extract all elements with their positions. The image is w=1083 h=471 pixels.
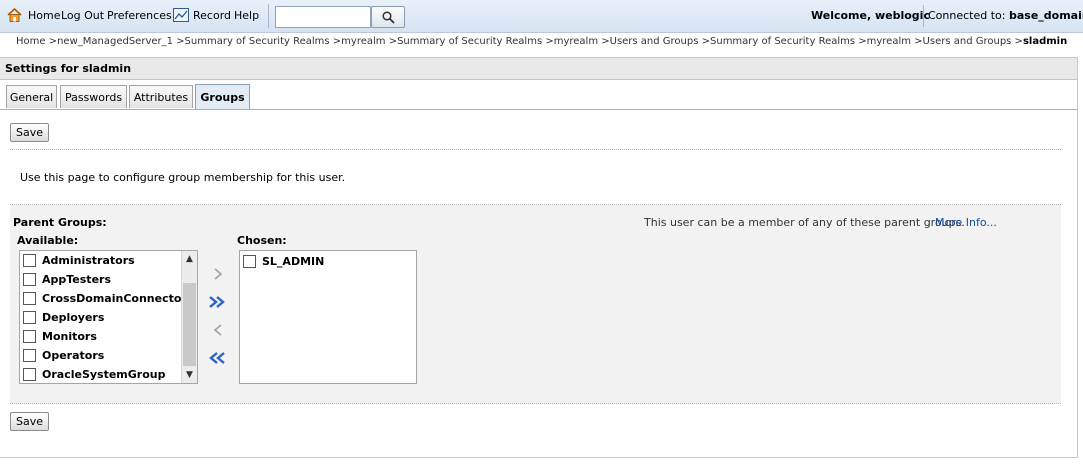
tab-passwords[interactable]: Passwords (60, 85, 127, 108)
domain-name: base_domain (1008, 9, 1083, 22)
checkbox[interactable] (23, 292, 36, 305)
settings-panel: Settings for sladmin General Passwords A… (0, 57, 1078, 458)
toolbar-divider (268, 4, 269, 28)
list-item-label: CrossDomainConnectors (42, 292, 194, 305)
breadcrumb-current: sladmin (1022, 36, 1068, 47)
list-item[interactable]: CrossDomainConnectors (23, 290, 193, 307)
logout-link[interactable]: Log Out (61, 9, 104, 22)
checkbox[interactable] (23, 368, 36, 381)
preferences-link[interactable]: Preferences (107, 9, 172, 22)
list-item-label: Deployers (42, 311, 105, 324)
checkbox[interactable] (23, 273, 36, 286)
list-item[interactable]: Monitors (23, 328, 97, 345)
move-left-button[interactable] (209, 322, 227, 338)
more-info-link[interactable]: More Info... (935, 216, 997, 229)
parent-groups-label: Parent Groups: (13, 216, 107, 229)
list-item-label: OracleSystemGroup (42, 368, 166, 381)
list-item[interactable]: Operators (23, 347, 104, 364)
tab-general[interactable]: General (6, 85, 57, 108)
checkbox[interactable] (23, 330, 36, 343)
list-item[interactable]: Deployers (23, 309, 104, 326)
available-groups-list[interactable]: Administrators AppTesters CrossDomainCon… (19, 250, 198, 384)
move-all-left-button[interactable] (208, 350, 226, 366)
membership-hint: This user can be a member of any of thes… (644, 216, 965, 229)
save-button-bottom[interactable]: Save (10, 412, 49, 431)
chevron-left-icon (213, 324, 222, 336)
list-item-label: Administrators (42, 254, 135, 267)
breadcrumb-path[interactable]: Home >new_ManagedServer_1 >Summary of Se… (16, 36, 1023, 47)
search-button[interactable] (371, 6, 405, 28)
tab-groups[interactable]: Groups (195, 84, 250, 109)
record-icon[interactable] (173, 8, 189, 22)
tab-attributes[interactable]: Attributes (129, 85, 193, 108)
list-item[interactable]: Administrators (23, 252, 135, 269)
connected-label: Connected to: (928, 9, 1006, 22)
double-chevron-left-icon (209, 352, 225, 364)
move-all-right-button[interactable] (208, 294, 226, 310)
scroll-down-icon[interactable]: ▼ (182, 368, 197, 382)
page-description: Use this page to configure group members… (20, 171, 346, 184)
list-item[interactable]: SL_ADMIN (243, 253, 324, 270)
tabs-divider (0, 109, 1077, 110)
list-item[interactable]: OracleSystemGroup (23, 366, 166, 383)
help-link[interactable]: Help (234, 9, 259, 22)
home-icon[interactable] (7, 8, 22, 22)
list-item-label: Operators (42, 349, 105, 362)
list-item-label: SL_ADMIN (262, 255, 325, 268)
checkbox[interactable] (23, 349, 36, 362)
divider (10, 403, 1061, 404)
scroll-up-icon[interactable]: ▲ (182, 252, 197, 266)
chosen-label: Chosen: (237, 234, 287, 247)
chosen-groups-list[interactable]: SL_ADMIN (239, 250, 417, 384)
scrollbar-thumb[interactable] (183, 283, 196, 366)
checkbox[interactable] (23, 311, 36, 324)
save-button-top[interactable]: Save (10, 123, 49, 142)
record-link[interactable]: Record (193, 9, 231, 22)
welcome-text: Welcome, weblogic (811, 9, 930, 22)
panel-header: Settings for sladmin (0, 57, 1077, 80)
toolbar-divider (923, 5, 924, 27)
connection-status: Connected to: base_domain (928, 9, 1083, 22)
available-scrollbar[interactable]: ▲ ▼ (181, 251, 197, 383)
available-label: Available: (17, 234, 79, 247)
divider (10, 149, 1061, 150)
home-link[interactable]: Home (28, 9, 60, 22)
chevron-right-icon (214, 268, 223, 280)
page-title: Settings for sladmin (5, 62, 132, 75)
checkbox[interactable] (243, 255, 256, 268)
list-item[interactable]: AppTesters (23, 271, 111, 288)
list-item-label: AppTesters (42, 273, 112, 286)
top-toolbar: Home Log Out Preferences Record Help Wel… (0, 0, 1083, 33)
double-chevron-right-icon (209, 296, 225, 308)
list-item-label: Monitors (42, 330, 97, 343)
checkbox[interactable] (23, 254, 36, 267)
move-right-button[interactable] (209, 266, 227, 282)
search-input[interactable] (275, 6, 371, 28)
search-icon (381, 10, 395, 24)
breadcrumb: Home >new_ManagedServer_1 >Summary of Se… (16, 36, 1067, 47)
